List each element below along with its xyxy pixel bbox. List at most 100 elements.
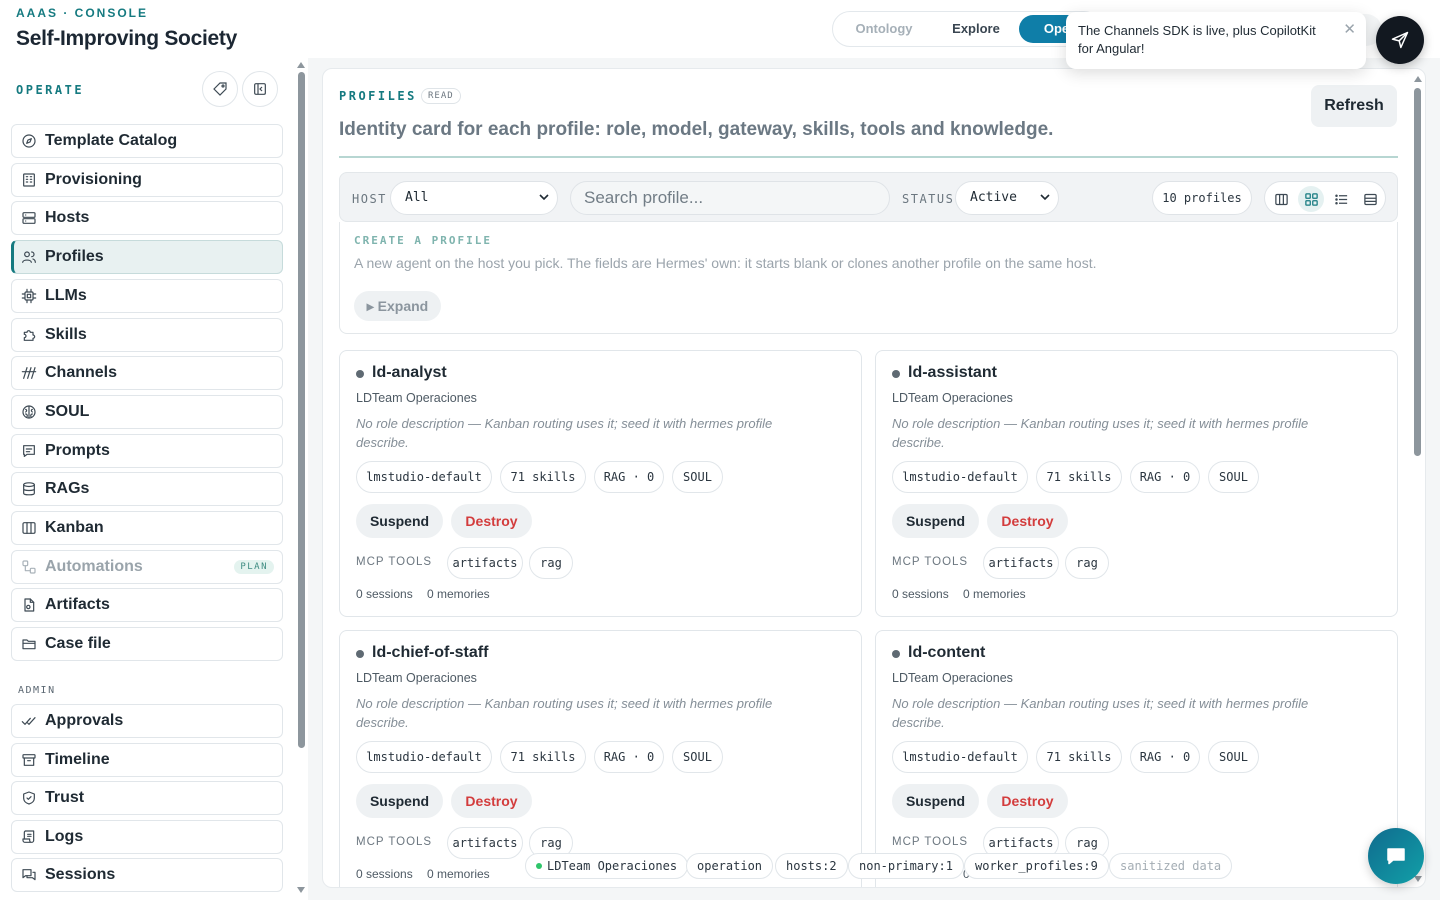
profile-name[interactable]: ld-assistant [908, 364, 997, 382]
context-chip-text: non-primary:1 [859, 859, 953, 873]
collapse-sidebar-button[interactable] [242, 71, 278, 107]
close-icon[interactable]: ✕ [1343, 21, 1356, 39]
context-chip-text: LDTeam Operaciones [547, 859, 678, 873]
context-chip: hosts:2 [775, 853, 848, 879]
sidebar-scrollbar[interactable] [298, 72, 305, 748]
sidebar-item-label: SOUL [45, 402, 90, 420]
sidebar-item-logs[interactable]: Logs [11, 819, 283, 854]
host-filter-label: HOST [352, 192, 387, 206]
memory-count: 0 memories [427, 587, 490, 601]
main-scrollbar[interactable] [1414, 88, 1421, 456]
sidebar-item-profiles[interactable]: Profiles [11, 240, 283, 275]
sidebar-item-skills[interactable]: Skills [11, 317, 283, 352]
profile-team: LDTeam Operaciones [356, 391, 477, 405]
view-grid-button[interactable] [1298, 186, 1324, 212]
destroy-button[interactable]: Destroy [451, 504, 532, 538]
table-icon [1363, 193, 1377, 205]
sidebar-item-rags[interactable]: RAGs [11, 472, 283, 507]
suspend-button[interactable]: Suspend [892, 504, 979, 538]
profile-chip: lmstudio-default [356, 741, 492, 773]
profile-chip: SOUL [1208, 741, 1259, 773]
sidebar-item-channels[interactable]: Channels [11, 356, 283, 391]
create-profile-title: CREATE A PROFILE [354, 234, 492, 247]
profile-description: No role description — Kanban routing use… [892, 416, 1309, 450]
profile-name[interactable]: ld-analyst [372, 364, 447, 382]
profile-chip: 71 skills [500, 461, 586, 493]
check-double-icon [21, 713, 37, 729]
sidebar-item-hosts[interactable]: Hosts [11, 201, 283, 236]
sidebar-item-label: Approvals [45, 712, 124, 729]
sidebar-item-case-file[interactable]: Case file [11, 627, 283, 662]
profile-name[interactable]: ld-content [908, 644, 985, 662]
grid-icon [1304, 192, 1318, 206]
sidebar-item-trust[interactable]: Trust [11, 781, 283, 816]
main-scroll-down[interactable] [1414, 876, 1422, 882]
destroy-button[interactable]: Destroy [987, 784, 1068, 818]
host-select[interactable]: All [390, 181, 558, 215]
message-icon [21, 443, 37, 459]
profile-chip: lmstudio-default [892, 461, 1028, 493]
sidebar-item-kanban[interactable]: Kanban [11, 511, 283, 545]
destroy-button[interactable]: Destroy [987, 504, 1068, 538]
profile-name[interactable]: ld-chief-of-staff [372, 644, 488, 662]
tag-button[interactable] [202, 71, 238, 107]
sidebar-item-approvals[interactable]: Approvals [11, 704, 283, 738]
destroy-button[interactable]: Destroy [451, 784, 532, 818]
divider [339, 156, 1398, 158]
view-columns-button[interactable] [1268, 186, 1294, 212]
profile-chip: 71 skills [1036, 461, 1122, 493]
mode-switcher: Ontology Explore Oper [832, 11, 1102, 47]
expand-button[interactable]: ▸ Expand [354, 291, 441, 321]
puzzle-icon [21, 327, 37, 343]
context-chip: sanitized data [1109, 853, 1233, 879]
refresh-button[interactable]: Refresh [1311, 85, 1397, 127]
sidebar-item-label: Trust [45, 789, 85, 807]
status-dot [356, 650, 364, 658]
suspend-button[interactable]: Suspend [356, 784, 443, 818]
sidebar-scroll-down[interactable] [297, 887, 305, 893]
copilot-launcher-button[interactable] [1376, 16, 1424, 64]
mode-ontology[interactable]: Ontology [839, 15, 929, 43]
suspend-button[interactable]: Suspend [356, 504, 443, 538]
view-list-button[interactable] [1328, 186, 1354, 212]
view-table-button[interactable] [1357, 186, 1383, 212]
sidebar-item-llms[interactable]: LLMs [11, 278, 283, 313]
mode-explore[interactable]: Explore [931, 15, 1021, 43]
sidebar-item-label: Sessions [45, 866, 116, 884]
profile-card: ld-assistant LDTeam Operaciones No role de… [875, 350, 1398, 617]
search-input[interactable]: Search profile... [570, 181, 890, 215]
context-chip: worker_profiles:9 [964, 853, 1109, 879]
sidebar-item-template-catalog[interactable]: Template Catalog [11, 124, 283, 158]
main-scroll-up[interactable] [1414, 76, 1422, 82]
status-select[interactable]: Active [955, 181, 1059, 215]
sidebar-item-timeline[interactable]: Timeline [11, 742, 283, 777]
sidebar-scroll-up[interactable] [297, 62, 305, 68]
suspend-button[interactable]: Suspend [892, 784, 979, 818]
status-select-value: Active [970, 190, 1017, 205]
status-dot [356, 370, 364, 378]
sidebar-item-soul[interactable]: SOUL [11, 394, 283, 429]
sidebar-item-artifacts[interactable]: Artifacts [11, 588, 283, 623]
mcp-tool-chip: artifacts [447, 547, 523, 579]
app-title: Self-Improving Society [16, 27, 237, 50]
sidebar-item-provisioning[interactable]: Provisioning [11, 162, 283, 197]
sidebar-item-label: Automations [45, 557, 143, 575]
chat-launcher-button[interactable] [1368, 828, 1424, 884]
mcp-tool-chip: artifacts [447, 827, 523, 859]
profile-card: ld-content LDTeam Operaciones No role desc… [875, 630, 1398, 887]
sidebar-item-prompts[interactable]: Prompts [11, 433, 283, 468]
mcp-tools-label: MCP TOOLS [892, 556, 969, 568]
sidebar-item-automations[interactable]: Automations PLAN [11, 549, 283, 584]
sidebar-collapse-icon [254, 83, 266, 95]
profile-team: LDTeam Operaciones [892, 671, 1013, 685]
toast-text: The Channels SDK is live, plus CopilotKi… [1078, 23, 1316, 56]
list-icon [1334, 194, 1347, 204]
mcp-tools-label: MCP TOOLS [356, 556, 433, 568]
context-chip-text: sanitized data [1120, 859, 1222, 873]
users-icon [21, 249, 37, 265]
sidebar-item-label: Timeline [45, 750, 110, 768]
brain-icon [21, 404, 37, 420]
mcp-tool-chip: artifacts [983, 547, 1059, 579]
archive-icon [21, 752, 37, 768]
sidebar-item-sessions[interactable]: Sessions [11, 858, 283, 893]
